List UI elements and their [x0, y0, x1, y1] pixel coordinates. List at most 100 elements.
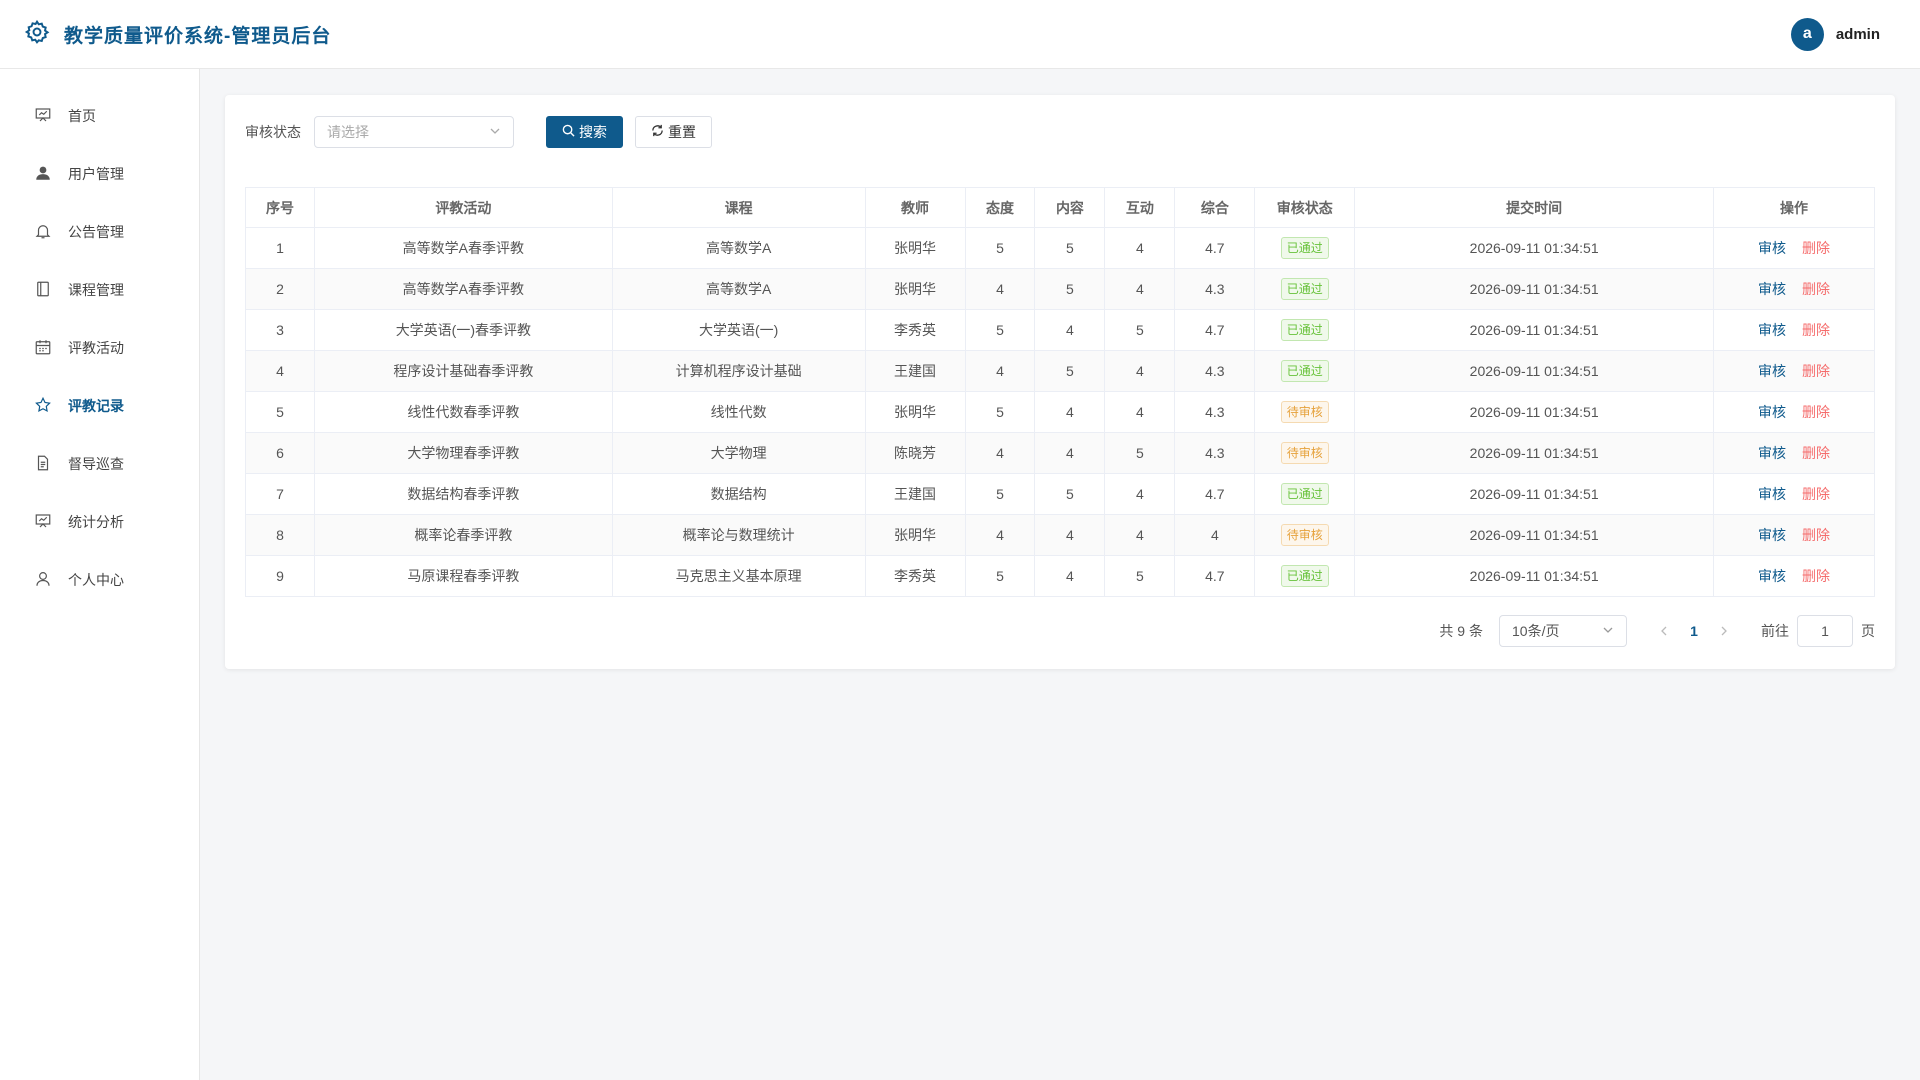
avatar[interactable]: a	[1790, 17, 1824, 51]
cell-course: 计算机程序设计基础	[611, 350, 866, 392]
cell-activity: 数据结构春季评教	[313, 473, 613, 515]
sidebar-item-activities[interactable]: 评教活动	[0, 319, 199, 377]
table-row: 1 高等数学A春季评教 高等数学A 张明华 5 5 4 4.7 已通过 2026-09-11 01…	[245, 227, 1875, 269]
delete-button[interactable]: 删除	[1802, 445, 1830, 461]
sidebar-item-courses[interactable]: 课程管理	[0, 261, 199, 319]
cell-activity: 大学英语(一)春季评教	[313, 309, 613, 351]
delete-button[interactable]: 删除	[1802, 404, 1830, 420]
delete-button[interactable]: 删除	[1802, 363, 1830, 379]
prev-page-button[interactable]	[1649, 623, 1679, 639]
cell-actions: 审核 删除	[1713, 514, 1875, 556]
cell-activity: 高等数学A春季评教	[313, 227, 613, 269]
cell-course: 马克思主义基本原理	[611, 555, 866, 597]
cell-teacher: 张明华	[864, 391, 966, 433]
cell-activity: 概率论春季评教	[313, 514, 613, 556]
cell-interaction: 4	[1104, 473, 1176, 515]
cell-attitude: 4	[964, 432, 1036, 474]
cell-course: 概率论与数理统计	[611, 514, 866, 556]
sidebar-item-label: 评教活动	[68, 340, 124, 356]
sidebar-item-label: 评教记录	[68, 398, 124, 414]
user-menu[interactable]: a admin	[1790, 17, 1880, 51]
header-time: 提交时间	[1354, 187, 1715, 228]
username[interactable]: admin	[1836, 26, 1880, 43]
audit-button[interactable]: 审核	[1758, 445, 1786, 461]
delete-button[interactable]: 删除	[1802, 240, 1830, 256]
cell-no: 3	[245, 309, 315, 351]
cell-status: 已通过	[1254, 227, 1356, 269]
pagination: 共 9 条 10条/页 1 前往 页	[1439, 615, 1875, 647]
cell-interaction: 5	[1104, 309, 1176, 351]
audit-button[interactable]: 审核	[1758, 281, 1786, 297]
sidebar-item-home[interactable]: 首页	[0, 87, 199, 145]
audit-button[interactable]: 审核	[1758, 404, 1786, 420]
goto-page-input[interactable]	[1797, 615, 1853, 647]
table-row: 5 线性代数春季评教 线性代数 张明华 5 4 4 4.3 待审核 2026-09-11 01:3…	[245, 391, 1875, 433]
sidebar-item-users[interactable]: 用户管理	[0, 145, 199, 203]
cell-interaction: 4	[1104, 268, 1176, 310]
cell-teacher: 李秀英	[864, 555, 966, 597]
audit-button[interactable]: 审核	[1758, 240, 1786, 256]
status-select-placeholder: 请选择	[327, 123, 369, 140]
cell-overall: 4.3	[1174, 391, 1256, 433]
cell-actions: 审核 删除	[1713, 473, 1875, 515]
cell-attitude: 5	[964, 473, 1036, 515]
delete-button[interactable]: 删除	[1802, 281, 1830, 297]
cell-time: 2026-09-11 01:34:51	[1354, 309, 1715, 351]
table-row: 4 程序设计基础春季评教 计算机程序设计基础 王建国 4 5 4 4.3 已通过 2026-09-…	[245, 350, 1875, 392]
page-size-value: 10条/页	[1512, 623, 1560, 639]
cell-no: 4	[245, 350, 315, 392]
filter-bar: 审核状态 请选择 搜索 重置	[245, 115, 1875, 148]
audit-button[interactable]: 审核	[1758, 568, 1786, 584]
table-row: 8 概率论春季评教 概率论与数理统计 张明华 4 4 4 4 待审核 2026-09-11 01:…	[245, 514, 1875, 556]
status-badge: 已通过	[1280, 278, 1329, 300]
cell-time: 2026-09-11 01:34:51	[1354, 268, 1715, 310]
search-button[interactable]: 搜索	[546, 115, 623, 148]
sidebar-item-records[interactable]: 评教记录	[0, 377, 199, 435]
search-button-label: 搜索	[579, 123, 607, 140]
cell-status: 已通过	[1254, 555, 1356, 597]
sidebar-item-statistics[interactable]: 统计分析	[0, 493, 199, 551]
sidebar-item-label: 统计分析	[68, 514, 124, 530]
status-badge: 已通过	[1280, 483, 1329, 505]
page-number-current[interactable]: 1	[1679, 623, 1709, 639]
sidebar-item-profile[interactable]: 个人中心	[0, 551, 199, 609]
audit-button[interactable]: 审核	[1758, 486, 1786, 502]
delete-button[interactable]: 删除	[1802, 527, 1830, 543]
cell-interaction: 4	[1104, 514, 1176, 556]
reset-button[interactable]: 重置	[635, 115, 712, 148]
sidebar-item-inspection[interactable]: 督导巡查	[0, 435, 199, 493]
audit-button[interactable]: 审核	[1758, 322, 1786, 338]
header-course: 课程	[611, 187, 866, 228]
audit-button[interactable]: 审核	[1758, 527, 1786, 543]
cell-time: 2026-09-11 01:34:51	[1354, 473, 1715, 515]
cell-time: 2026-09-11 01:34:51	[1354, 555, 1715, 597]
refresh-icon	[651, 124, 664, 140]
cell-teacher: 张明华	[864, 514, 966, 556]
cell-status: 待审核	[1254, 514, 1356, 556]
delete-button[interactable]: 删除	[1802, 568, 1830, 584]
header-status: 审核状态	[1254, 187, 1356, 228]
cell-actions: 审核 删除	[1713, 227, 1875, 269]
cell-teacher: 张明华	[864, 227, 966, 269]
next-page-button[interactable]	[1709, 623, 1739, 639]
cell-no: 2	[245, 268, 315, 310]
cell-overall: 4.7	[1174, 555, 1256, 597]
cell-course: 高等数学A	[611, 268, 866, 310]
delete-button[interactable]: 删除	[1802, 486, 1830, 502]
status-filter-label: 审核状态	[245, 123, 301, 140]
header-content: 内容	[1034, 187, 1106, 228]
page-size-select[interactable]: 10条/页	[1499, 615, 1627, 647]
document-icon	[34, 454, 52, 475]
sidebar-item-label: 课程管理	[68, 282, 124, 298]
sidebar-item-announcements[interactable]: 公告管理	[0, 203, 199, 261]
cell-course: 数据结构	[611, 473, 866, 515]
total-count: 共 9 条	[1439, 623, 1483, 639]
header-teacher: 教师	[864, 187, 966, 228]
delete-button[interactable]: 删除	[1802, 322, 1830, 338]
audit-button[interactable]: 审核	[1758, 363, 1786, 379]
person-icon	[34, 570, 52, 591]
cell-no: 5	[245, 391, 315, 433]
table-row: 2 高等数学A春季评教 高等数学A 张明华 4 5 4 4.3 已通过 2026-09-11 01…	[245, 268, 1875, 310]
status-select[interactable]: 请选择	[314, 115, 514, 148]
cell-interaction: 4	[1104, 350, 1176, 392]
